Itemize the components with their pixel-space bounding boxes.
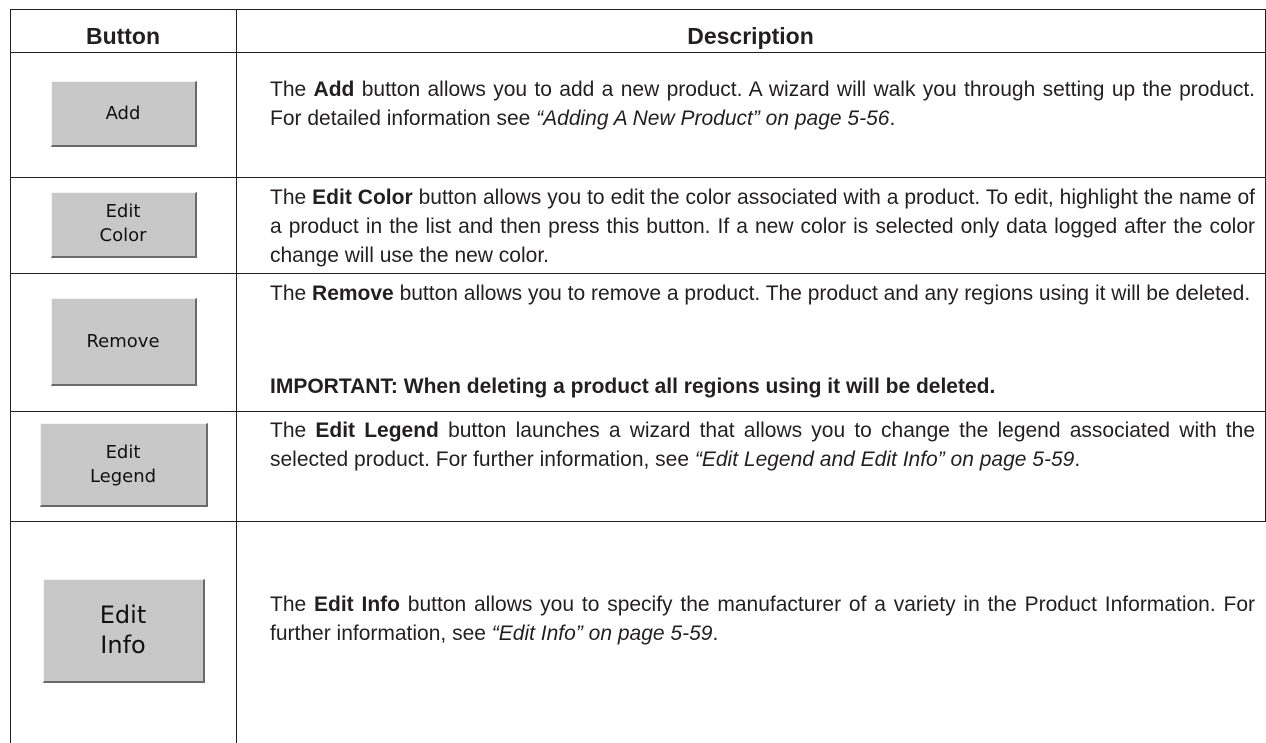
edit-legend-description: The Edit Legend button launches a wizard… [270, 419, 1255, 471]
button-cell: Add [11, 53, 236, 177]
header-button: Button [85, 23, 161, 49]
button-cell: Edit Color [11, 178, 236, 273]
add-button-label: Add [105, 103, 141, 124]
remove-button-label: Remove [86, 330, 160, 352]
add-description: The Add button allows you to add a new p… [270, 78, 1255, 130]
edit-color-button[interactable]: Edit Color [50, 191, 197, 258]
edit-color-description: The Edit Color button allows you to edit… [270, 186, 1255, 267]
edit-info-description: The Edit Info button allows you to speci… [270, 593, 1255, 645]
edit-info-cross-reference: “Edit Info” on page 5-59 [491, 622, 713, 645]
remove-warning: IMPORTANT: When deleting a product all r… [270, 375, 996, 398]
edit-info-button[interactable]: Edit Info [42, 578, 205, 683]
button-cell: Remove [11, 274, 236, 411]
add-cross-reference: “Adding A New Product” on page 5-56 [536, 107, 890, 130]
header-description: Description [687, 23, 814, 49]
add-button[interactable]: Add [50, 81, 197, 147]
button-description-table: Button Description Add The Add button al… [10, 9, 1266, 743]
edit-legend-button[interactable]: Edit Legend [39, 423, 208, 507]
button-cell: Edit Info [11, 522, 236, 743]
column-divider [236, 9, 237, 743]
remove-button[interactable]: Remove [50, 297, 197, 386]
edit-legend-cross-reference: “Edit Legend and Edit Info” on page 5-59 [694, 448, 1075, 471]
remove-description: The Remove button allows you to remove a… [270, 282, 1251, 305]
button-cell: Edit Legend [11, 412, 236, 521]
table-top-border [10, 9, 1266, 10]
